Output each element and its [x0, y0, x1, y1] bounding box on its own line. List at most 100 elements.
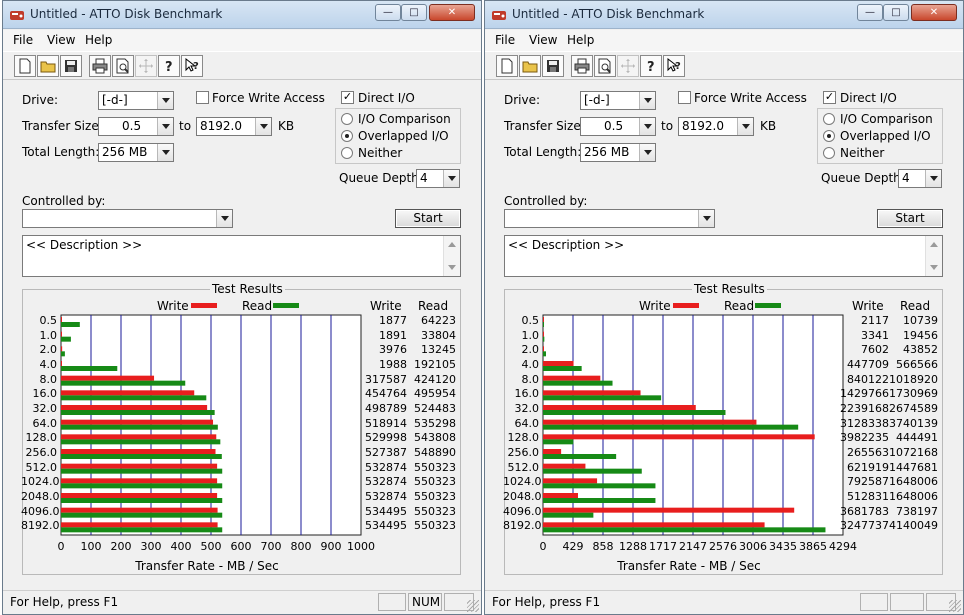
resize-grip-icon[interactable]: [949, 600, 961, 612]
transfer-from-select[interactable]: 0.5: [98, 117, 174, 136]
open-folder-icon[interactable]: [37, 55, 59, 77]
y-tick-label: 0.5: [521, 314, 540, 327]
value-read: 4140049: [889, 519, 938, 533]
value-read: 64223: [421, 314, 456, 327]
print-preview-icon[interactable]: [112, 55, 134, 77]
chevron-down-icon[interactable]: [157, 144, 173, 161]
queue-depth-label: Queue Depth:: [339, 171, 423, 185]
chevron-down-icon[interactable]: [216, 210, 232, 227]
move-icon[interactable]: [135, 55, 157, 77]
chevron-down-icon[interactable]: [639, 118, 655, 135]
transfer-from-select[interactable]: 0.5: [580, 117, 656, 136]
bar-read-8.0: [61, 380, 186, 386]
y-tick-label: 512.0: [25, 460, 58, 474]
direct-io-checkbox[interactable]: ✓: [823, 91, 836, 104]
menu-file[interactable]: File: [13, 33, 33, 47]
scroll-up-icon[interactable]: [930, 242, 938, 247]
transfer-to-select[interactable]: 8192.0: [196, 117, 272, 136]
controlled-by-select[interactable]: [22, 209, 233, 228]
resize-grip-icon[interactable]: [467, 600, 479, 612]
bar-write-128.0: [61, 434, 217, 440]
print-preview-icon[interactable]: [594, 55, 616, 77]
force-write-checkbox[interactable]: [196, 91, 209, 104]
value-write: 454764: [365, 387, 407, 401]
chevron-down-icon[interactable]: [737, 118, 753, 135]
bar-write-8192.0: [61, 522, 218, 528]
chevron-down-icon[interactable]: [639, 144, 655, 161]
title-bar[interactable]: Untitled - ATTO Disk Benchmark — □ ✕: [3, 1, 481, 29]
value-read: 33804: [421, 328, 456, 342]
overlapped-io-radio[interactable]: [823, 130, 835, 142]
queue-depth-select[interactable]: 4: [898, 169, 942, 188]
io-comparison-radio[interactable]: [823, 113, 835, 125]
queue-depth-label: Queue Depth:: [821, 171, 905, 185]
save-icon[interactable]: [542, 55, 564, 77]
description-scrollbar[interactable]: [443, 236, 460, 276]
chevron-down-icon[interactable]: [157, 118, 173, 135]
maximize-button[interactable]: □: [401, 4, 427, 21]
menu-file[interactable]: File: [495, 33, 515, 47]
context-help-icon[interactable]: ?: [181, 55, 203, 77]
new-file-icon[interactable]: [496, 55, 518, 77]
force-write-checkbox[interactable]: [678, 91, 691, 104]
neither-radio[interactable]: [341, 147, 353, 159]
help-icon[interactable]: ?: [158, 55, 180, 77]
drive-select[interactable]: [-d-]: [98, 91, 174, 110]
value-read: 3740139: [889, 416, 938, 430]
bar-write-256.0: [61, 449, 216, 454]
bar-write-8.0: [61, 375, 155, 381]
transfer-to-select[interactable]: 8192.0: [678, 117, 754, 136]
force-write-label: Force Write Access: [694, 91, 807, 105]
save-icon[interactable]: [60, 55, 82, 77]
chevron-down-icon[interactable]: [698, 210, 714, 227]
chevron-down-icon[interactable]: [157, 92, 173, 109]
menu-view[interactable]: View: [529, 33, 557, 47]
controlled-by-select[interactable]: [504, 209, 715, 228]
title-bar[interactable]: Untitled - ATTO Disk Benchmark — □ ✕: [485, 1, 963, 29]
scroll-up-icon[interactable]: [448, 242, 456, 247]
start-button[interactable]: Start: [877, 209, 943, 228]
direct-io-checkbox[interactable]: ✓: [341, 91, 354, 104]
chevron-down-icon[interactable]: [639, 92, 655, 109]
menu-help[interactable]: Help: [567, 33, 594, 47]
print-icon[interactable]: [571, 55, 593, 77]
scroll-down-icon[interactable]: [448, 265, 456, 270]
drive-label: Drive:: [22, 93, 59, 107]
context-help-icon[interactable]: ?: [663, 55, 685, 77]
controlled-by-label: Controlled by:: [504, 194, 588, 208]
chevron-down-icon[interactable]: [443, 170, 459, 187]
close-button[interactable]: ✕: [429, 4, 475, 21]
description-box[interactable]: << Description >>: [22, 235, 461, 277]
open-folder-icon[interactable]: [519, 55, 541, 77]
description-box[interactable]: << Description >>: [504, 235, 943, 277]
start-button[interactable]: Start: [395, 209, 461, 228]
close-button[interactable]: ✕: [911, 4, 957, 21]
total-length-select[interactable]: 256 MB: [98, 143, 174, 162]
io-comparison-radio[interactable]: [341, 113, 353, 125]
queue-depth-select[interactable]: 4: [416, 169, 460, 188]
maximize-button[interactable]: □: [883, 4, 909, 21]
neither-radio[interactable]: [823, 147, 835, 159]
description-scrollbar[interactable]: [925, 236, 942, 276]
menu-view[interactable]: View: [47, 33, 75, 47]
print-icon[interactable]: [89, 55, 111, 77]
chevron-down-icon[interactable]: [255, 118, 271, 135]
overlapped-io-radio[interactable]: [341, 130, 353, 142]
move-icon[interactable]: [617, 55, 639, 77]
minimize-button[interactable]: —: [857, 4, 883, 21]
minimize-button[interactable]: —: [375, 4, 401, 21]
legend-read-label: Read: [724, 299, 755, 313]
total-length-select[interactable]: 256 MB: [580, 143, 656, 162]
menu-help[interactable]: Help: [85, 33, 112, 47]
scroll-down-icon[interactable]: [930, 265, 938, 270]
drive-select[interactable]: [-d-]: [580, 91, 656, 110]
y-tick-label: 4096.0: [503, 504, 542, 518]
help-icon[interactable]: ?: [640, 55, 662, 77]
new-file-icon[interactable]: [14, 55, 36, 77]
menu-bar: File View Help: [485, 30, 963, 51]
y-tick-label: 128.0: [507, 431, 540, 445]
kb-label: KB: [760, 119, 777, 133]
bar-write-4.0: [543, 361, 574, 366]
bar-read-1.0: [543, 336, 545, 342]
chevron-down-icon[interactable]: [925, 170, 941, 187]
